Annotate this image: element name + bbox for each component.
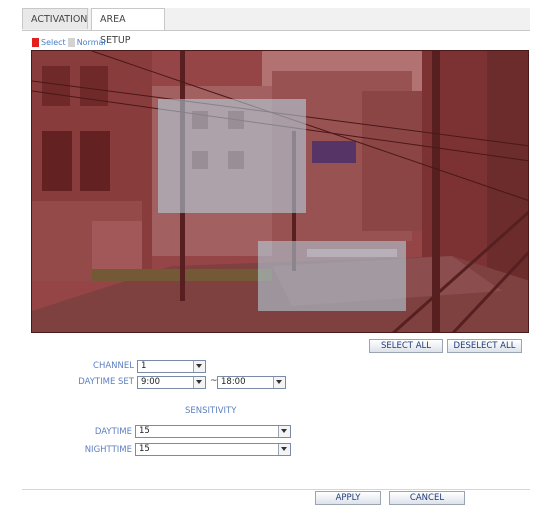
daytime-sensitivity-value: 15 [139,426,150,436]
tab-area-setup[interactable]: AREA SETUP [91,8,165,46]
apply-button[interactable]: APPLY [315,491,381,505]
select-all-button[interactable]: SELECT ALL [369,339,443,353]
select-swatch [32,37,39,47]
area-legend: Select Normal [32,37,106,47]
daytime-end-value: 18:00 [221,377,246,387]
chevron-down-icon [278,426,290,437]
normal-swatch [67,37,75,47]
chevron-down-icon [273,377,285,388]
daytime-end-select[interactable]: 18:00 [217,376,286,389]
daytime-set-label: DAYTIME SET [78,377,134,387]
tab-activation[interactable]: ACTIVATION [22,8,88,29]
daytime-start-select[interactable]: 9:00 [137,376,206,389]
channel-value: 1 [141,361,147,371]
chevron-down-icon [193,377,205,388]
normal-legend-label: Normal [76,37,106,47]
cancel-button[interactable]: CANCEL [389,491,465,505]
channel-select[interactable]: 1 [137,360,206,373]
footer-divider [22,489,530,490]
daytime-start-value: 9:00 [141,377,161,387]
nighttime-sensitivity-select[interactable]: 15 [135,443,291,456]
select-legend-label: Select [41,37,66,47]
nighttime-sensitivity-value: 15 [139,444,150,454]
channel-label: CHANNEL [93,361,134,371]
daytime-sensitivity-select[interactable]: 15 [135,425,291,438]
chevron-down-icon [278,444,290,455]
deselect-all-button[interactable]: DESELECT ALL [447,339,522,353]
daytime-label: DAYTIME [94,427,132,437]
sensitivity-heading: SENSITIVITY [185,406,237,416]
camera-view[interactable] [31,50,529,333]
tab-bar: ACTIVATION AREA SETUP [22,8,530,46]
camera-scene [32,51,528,332]
nighttime-label: NIGHTTIME [84,445,132,455]
chevron-down-icon [193,361,205,372]
